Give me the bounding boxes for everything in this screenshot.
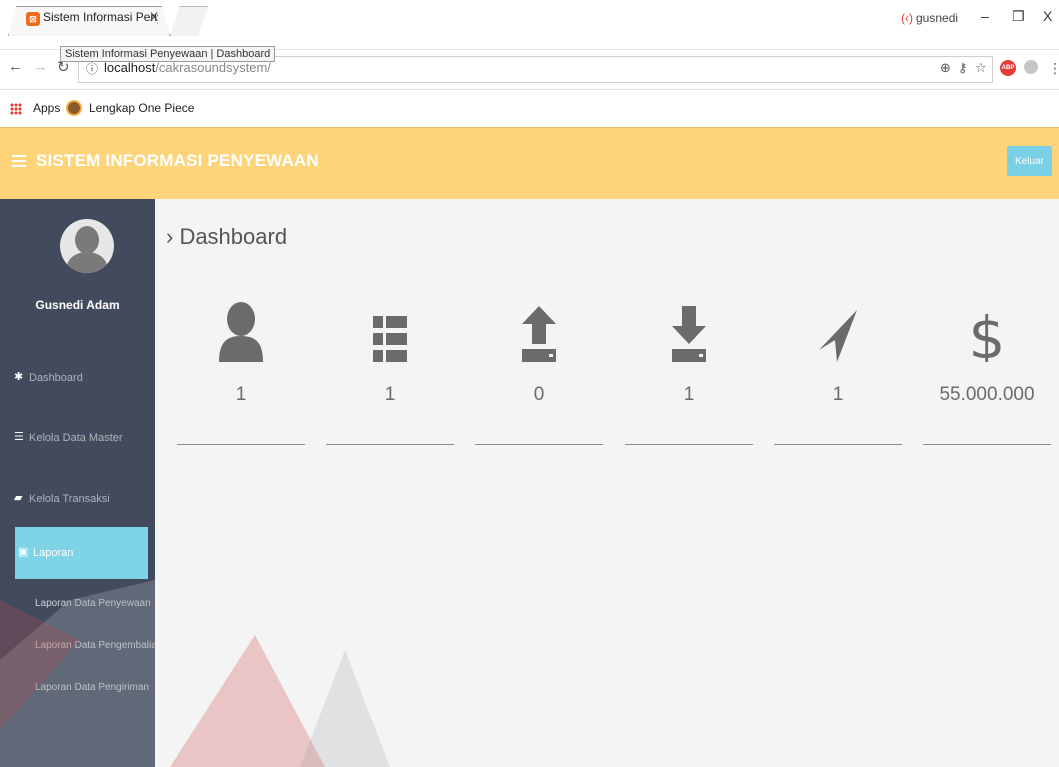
tab-close-button[interactable]: X	[150, 10, 158, 24]
bookmark-apps[interactable]: Apps	[33, 101, 60, 115]
adblock-icon[interactable]: ABP	[1000, 60, 1016, 76]
profile-icon: (‹)	[901, 11, 913, 25]
stat-value: 1	[832, 384, 844, 405]
sidebar-item-transaksi[interactable]: ▰ Kelola Transaksi	[0, 481, 155, 519]
user-avatar	[60, 219, 114, 273]
user-name: Gusnedi Adam	[35, 298, 120, 312]
url-text[interactable]: localhost/cakrasoundsystem/	[104, 60, 271, 75]
url-path: /cakrasoundsystem/	[155, 60, 271, 75]
hamburger-menu-icon[interactable]	[12, 155, 26, 167]
sidebar-item-label: Laporan	[33, 547, 74, 559]
stat-value: 1	[384, 384, 396, 405]
apps-grid-icon[interactable]	[10, 103, 22, 115]
profile-name: gusnedi	[916, 11, 959, 25]
xampp-favicon-icon: ⊠	[26, 12, 40, 26]
star-icon[interactable]: ☆	[975, 60, 987, 76]
browser-menu-icon[interactable]: ⋮	[1048, 60, 1059, 77]
download-icon	[625, 300, 753, 362]
book-icon: ▰	[14, 492, 23, 504]
site-info-icon[interactable]: ⓘ	[86, 60, 98, 77]
submenu-laporan-pengembalian[interactable]: Laporan Data Pengembalian	[35, 640, 162, 651]
list-icon	[326, 300, 454, 362]
sidebar-item-data-master[interactable]: ☰ Kelola Data Master	[0, 420, 155, 458]
submenu-laporan-pengiriman[interactable]: Laporan Data Pengiriman	[35, 682, 149, 693]
user-icon	[177, 300, 305, 362]
extension-icon[interactable]	[1024, 60, 1038, 74]
svg-text:$: $	[969, 304, 1005, 362]
browser-profile[interactable]: (‹) gusnedi	[901, 11, 958, 25]
browser-tab-title[interactable]: Sistem Informasi Penyew	[43, 10, 158, 24]
stat-items: 1	[326, 300, 454, 445]
stat-users: 1	[177, 300, 305, 445]
forward-arrow-icon[interactable]: →	[33, 58, 48, 75]
bookmark-favicon-icon	[66, 100, 82, 116]
report-icon: ▣	[18, 546, 29, 558]
minimize-button[interactable]: –	[981, 8, 989, 24]
stat-download: 1	[625, 300, 753, 445]
stat-revenue: $ 55.000.000	[923, 300, 1051, 445]
tab-tooltip: Sistem Informasi Penyewaan | Dashboard	[60, 46, 276, 62]
sidebar-item-dashboard[interactable]: ✱ Dashboard	[0, 360, 155, 398]
stat-upload: 0	[475, 300, 603, 445]
sidebar-item-label: Kelola Transaksi	[29, 493, 110, 505]
sidebar-item-label: Kelola Data Master	[29, 432, 123, 444]
bookmark-one-piece[interactable]: Lengkap One Piece	[89, 101, 194, 115]
back-arrow-icon[interactable]: ←	[8, 58, 23, 75]
url-host: localhost	[104, 60, 156, 75]
dashboard-icon: ✱	[14, 371, 24, 383]
sidebar-item-label: Dashboard	[29, 372, 83, 384]
stat-value: 1	[683, 384, 695, 405]
window-close-button[interactable]: X	[1043, 8, 1052, 24]
restore-button[interactable]: ❐	[1012, 8, 1025, 25]
stat-value: 1	[235, 384, 247, 405]
main-content	[155, 199, 1059, 767]
list-icon: ☰	[14, 431, 24, 443]
breadcrumb: › Dashboard	[166, 224, 288, 249]
app-title: SISTEM INFORMASI PENYEWAAN	[36, 151, 319, 170]
dollar-icon: $	[923, 300, 1051, 362]
stat-value: 0	[533, 384, 545, 405]
stat-value: 55.000.000	[939, 384, 1035, 405]
send-icon	[774, 300, 902, 362]
stat-shipping: 1	[774, 300, 902, 445]
logout-button[interactable]: Keluar	[1007, 146, 1052, 176]
upload-icon	[475, 300, 603, 362]
zoom-icon[interactable]: ⊕	[940, 60, 951, 76]
sidebar-item-laporan[interactable]: ▣ Laporan	[15, 527, 148, 579]
submenu-laporan-penyewaan[interactable]: Laporan Data Penyewaan	[35, 598, 151, 609]
key-icon[interactable]: ⚷	[958, 60, 968, 76]
